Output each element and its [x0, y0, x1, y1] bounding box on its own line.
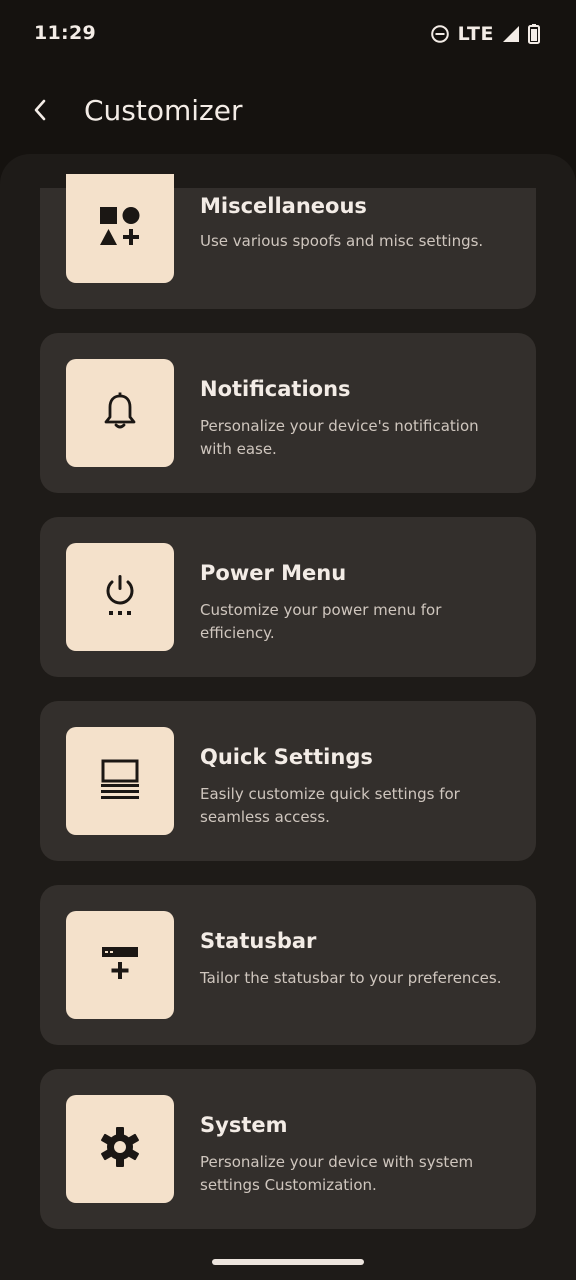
- bell-icon: [100, 391, 140, 435]
- card-title: System: [200, 1113, 288, 1137]
- card-description: Personalize your device with system sett…: [200, 1153, 474, 1194]
- card-quick-settings[interactable]: Quick Settings Easily customize quick se…: [40, 701, 536, 861]
- page-title: Customizer: [84, 94, 243, 127]
- card-power-menu[interactable]: Power Menu Customize your power menu for…: [40, 517, 536, 677]
- network-type: LTE: [457, 23, 494, 45]
- card-title: Quick Settings: [200, 745, 373, 769]
- battery-icon: [528, 24, 540, 44]
- card-icon-tile: [66, 1095, 174, 1203]
- do-not-disturb-icon: [430, 24, 450, 44]
- quick-settings-icon: [99, 759, 141, 803]
- screen: 11:29 LTE Customizer Miscellaneous Use v…: [0, 0, 576, 1280]
- settings-list-panel[interactable]: Miscellaneous Use various spoofs and mis…: [0, 154, 576, 1280]
- card-description: Customize your power menu for efficiency…: [200, 601, 442, 642]
- status-bar: 11:29 LTE: [0, 0, 576, 68]
- card-title: Statusbar: [200, 929, 317, 953]
- card-icon-tile: [66, 727, 174, 835]
- card-icon-tile: [66, 543, 174, 651]
- status-time: 11:29: [34, 22, 96, 44]
- status-icons: LTE: [430, 22, 540, 46]
- card-icon-tile: [66, 911, 174, 1019]
- signal-icon: [502, 25, 520, 43]
- statusbar-add-icon: [100, 943, 140, 987]
- back-button[interactable]: [18, 90, 62, 134]
- card-icon-tile: [66, 359, 174, 467]
- card-description: Use various spoofs and misc settings.: [200, 232, 484, 250]
- card-description: Personalize your device's notification w…: [200, 417, 479, 458]
- card-title: Power Menu: [200, 561, 347, 585]
- card-title: Notifications: [200, 377, 351, 401]
- card-notifications[interactable]: Notifications Personalize your device's …: [40, 333, 536, 493]
- power-menu-icon: [100, 573, 140, 621]
- card-description: Easily customize quick settings for seam…: [200, 785, 460, 826]
- card-description: Tailor the statusbar to your preferences…: [200, 969, 502, 987]
- gesture-nav-handle[interactable]: [212, 1259, 364, 1265]
- back-arrow-icon: [32, 98, 48, 126]
- shapes-icon: [98, 205, 142, 253]
- card-title: Miscellaneous: [200, 194, 367, 218]
- card-statusbar[interactable]: Statusbar Tailor the statusbar to your p…: [40, 885, 536, 1045]
- gear-icon: [99, 1126, 141, 1172]
- card-system[interactable]: System Personalize your device with syst…: [40, 1069, 536, 1229]
- app-bar: Customizer: [0, 80, 576, 146]
- card-miscellaneous[interactable]: Miscellaneous Use various spoofs and mis…: [40, 174, 536, 309]
- card-icon-tile: [66, 174, 174, 283]
